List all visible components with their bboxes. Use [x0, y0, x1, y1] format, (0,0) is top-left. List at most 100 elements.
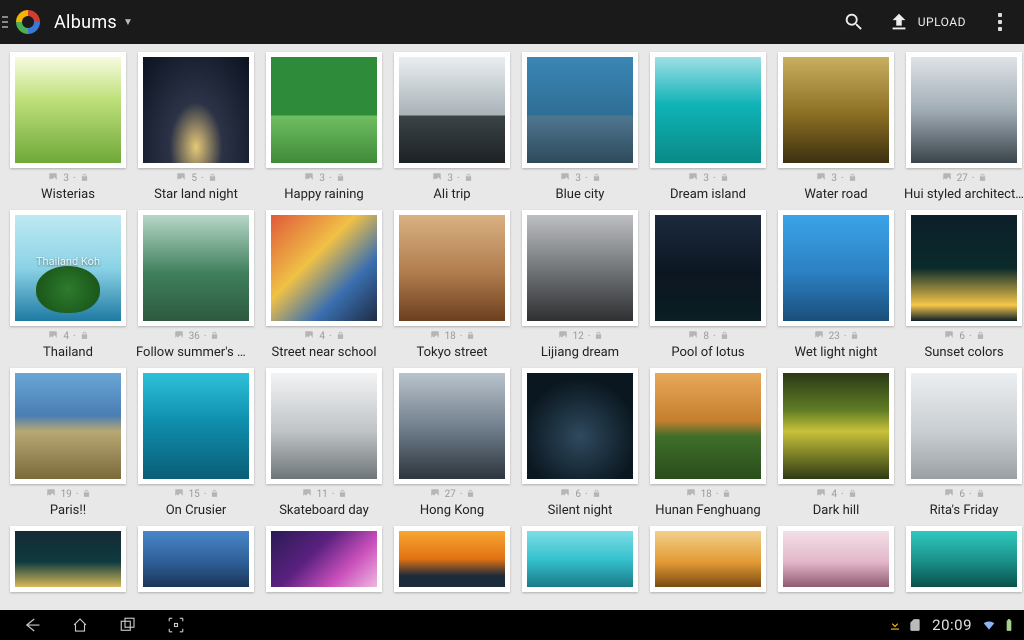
album-thumbnail: [778, 210, 894, 326]
album-tile[interactable]: 6·Rita's Friday: [904, 368, 1024, 518]
recents-icon: [118, 616, 138, 634]
album-thumbnail: [906, 368, 1022, 484]
album-count: 19: [61, 489, 72, 500]
album-tile[interactable]: 3·Wisterias: [8, 52, 128, 202]
album-title: Hunan Fenghuang: [648, 503, 768, 518]
album-meta: 36·: [173, 330, 220, 343]
album-count: 3: [63, 173, 69, 184]
lock-icon: [850, 331, 859, 343]
upload-button[interactable]: UPLOAD: [878, 0, 976, 44]
lock-icon: [466, 331, 475, 343]
upload-icon: [888, 11, 910, 33]
album-tile[interactable]: 0·: [264, 526, 384, 592]
app-icon[interactable]: [16, 10, 40, 34]
album-thumbnail: [650, 368, 766, 484]
photo-icon: [943, 488, 955, 501]
album-tile[interactable]: 4·Dark hill: [776, 368, 896, 518]
album-grid-scroll[interactable]: 3·Wisterias5·Star land night3·Happy rain…: [0, 44, 1024, 610]
nav-home-button[interactable]: [56, 610, 104, 640]
album-thumbnail: Thailand Koh Chang: [10, 210, 126, 326]
page-title[interactable]: Albums: [54, 12, 117, 33]
photo-icon: [815, 488, 827, 501]
album-thumbnail: [394, 368, 510, 484]
album-count: 5: [191, 173, 197, 184]
album-count: 4: [63, 331, 69, 342]
nav-drawer-toggle[interactable]: [0, 0, 12, 44]
album-tile[interactable]: 0·: [8, 526, 128, 592]
album-tile[interactable]: 19·Paris!!: [8, 368, 128, 518]
album-title: Silent night: [520, 503, 640, 518]
album-tile[interactable]: 0·: [904, 526, 1024, 592]
album-title: Wet light night: [776, 345, 896, 360]
album-count: 6: [959, 489, 965, 500]
album-tile[interactable]: 12·Lijiang dream: [520, 210, 640, 360]
album-tile[interactable]: 3·Blue city: [520, 52, 640, 202]
album-title: Pool of lotus: [648, 345, 768, 360]
search-button[interactable]: [830, 0, 878, 44]
album-tile[interactable]: 0·: [392, 526, 512, 592]
album-tile[interactable]: 4·Street near school: [264, 210, 384, 360]
album-tile[interactable]: 27·Hong Kong: [392, 368, 512, 518]
nav-screenshot-button[interactable]: [152, 610, 200, 640]
album-tile[interactable]: 3·Dream island: [648, 52, 768, 202]
album-tile[interactable]: 0·: [520, 526, 640, 592]
photo-icon: [301, 488, 313, 501]
photo-icon: [557, 330, 569, 343]
lock-icon: [976, 331, 985, 343]
lock-icon: [720, 173, 729, 185]
album-thumbnail: [650, 52, 766, 168]
album-thumbnail: [778, 368, 894, 484]
album-tile[interactable]: 6· Silent night: [520, 368, 640, 518]
album-meta: 19·: [45, 488, 92, 501]
album-tile[interactable]: 18·Tokyo street: [392, 210, 512, 360]
album-tile[interactable]: Thailand Koh Chang4·Thailand: [8, 210, 128, 360]
album-meta: 18·: [429, 330, 476, 343]
album-tile[interactable]: 11·Skateboard day: [264, 368, 384, 518]
album-tile[interactable]: 3·Ali trip: [392, 52, 512, 202]
album-tile[interactable]: 27·Hui styled architecture: [904, 52, 1024, 202]
nav-recents-button[interactable]: [104, 610, 152, 640]
status-tray[interactable]: 20:09: [888, 616, 1016, 634]
album-tile[interactable]: 3·Water road: [776, 52, 896, 202]
album-tile[interactable]: 5·Star land night: [136, 52, 256, 202]
album-tile[interactable]: 0·: [648, 526, 768, 592]
album-meta: 3·: [687, 172, 728, 185]
album-meta: 11·: [301, 488, 348, 501]
album-meta: 3·: [303, 172, 344, 185]
album-title: Hui styled architecture: [904, 187, 1024, 202]
album-meta: 27·: [429, 488, 476, 501]
album-thumbnail: [266, 210, 382, 326]
album-title: Sunset colors: [904, 345, 1024, 360]
photo-icon: [687, 172, 699, 185]
album-meta: 12·: [557, 330, 604, 343]
album-tile[interactable]: 6·Sunset colors: [904, 210, 1024, 360]
album-thumbnail: [138, 526, 254, 592]
photo-icon: [45, 488, 57, 501]
album-tile[interactable]: 18·Hunan Fenghuang: [648, 368, 768, 518]
album-thumbnail: [522, 526, 638, 592]
nav-back-button[interactable]: [8, 610, 56, 640]
sdcard-icon: [908, 618, 922, 632]
lock-icon: [464, 173, 473, 185]
album-tile[interactable]: 0·: [776, 526, 896, 592]
album-count: 6: [575, 489, 581, 500]
lock-icon: [466, 489, 475, 501]
album-tile[interactable]: 0·: [136, 526, 256, 592]
title-spinner-icon[interactable]: ▼: [123, 17, 133, 28]
upload-label: UPLOAD: [918, 15, 966, 29]
photo-icon: [559, 488, 571, 501]
overflow-menu-button[interactable]: [976, 0, 1024, 44]
lock-icon: [210, 489, 219, 501]
album-tile[interactable]: 3·Happy raining: [264, 52, 384, 202]
album-tile[interactable]: 23·Wet light night: [776, 210, 896, 360]
album-tile[interactable]: 15·On Crusier: [136, 368, 256, 518]
album-tile[interactable]: 8·Pool of lotus: [648, 210, 768, 360]
photo-icon: [943, 330, 955, 343]
album-meta: 3·: [47, 172, 88, 185]
photo-icon: [559, 172, 571, 185]
album-meta: 6·: [559, 488, 600, 501]
album-tile[interactable]: 36·Follow summer's mel…: [136, 210, 256, 360]
photo-icon: [429, 330, 441, 343]
album-thumbnail: [522, 368, 638, 484]
album-thumbnail: [778, 526, 894, 592]
